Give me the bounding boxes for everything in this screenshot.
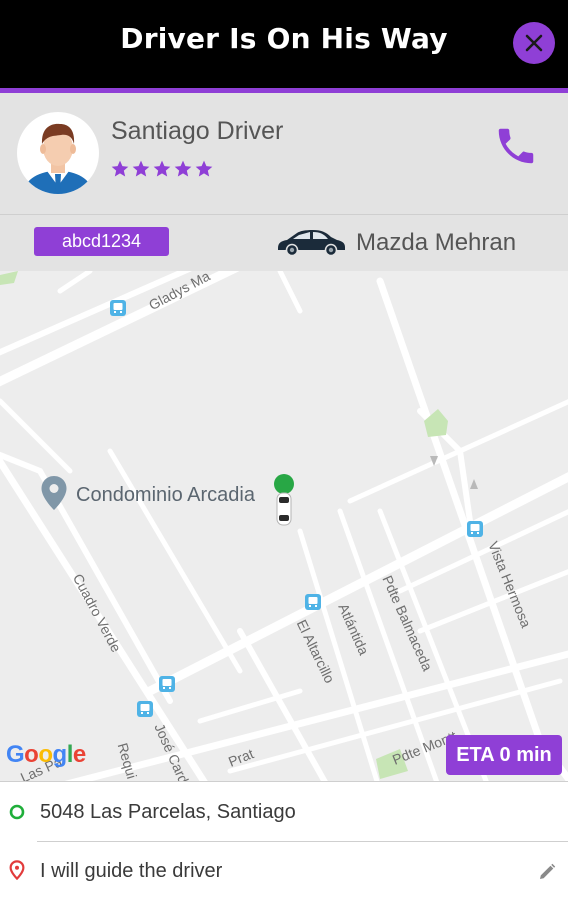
- driver-info-panel: Santiago Driver: [0, 93, 568, 214]
- call-driver-button[interactable]: [493, 123, 539, 169]
- pickup-address-row[interactable]: 5048 Las Parcelas, Santiago: [0, 782, 568, 840]
- app-header: Driver Is On His Way: [0, 0, 568, 88]
- pencil-icon[interactable]: [537, 862, 557, 882]
- driver-name: Santiago Driver: [111, 117, 284, 145]
- eta-badge: ETA 0 min: [446, 735, 562, 775]
- map-view[interactable]: Gladys Ma Cuadro Verde El Altarcillo Atl…: [0, 271, 568, 781]
- star-icon: [132, 160, 150, 177]
- vehicle-info-row: abcd1234 Mazda Mehran: [0, 215, 568, 271]
- google-attribution-logo: Google: [6, 741, 86, 768]
- address-panel: 5048 Las Parcelas, Santiago I will guide…: [0, 781, 568, 900]
- poi-label: Condominio Arcadia: [76, 484, 255, 506]
- bus-stop-icon: [110, 300, 126, 316]
- driver-avatar: [17, 112, 99, 194]
- close-icon: [525, 34, 543, 52]
- driver-location-marker[interactable]: [272, 473, 296, 529]
- page-title: Driver Is On His Way: [120, 22, 448, 55]
- pickup-circle-icon: [9, 804, 25, 820]
- phone-icon: [498, 128, 534, 164]
- star-icon: [153, 160, 171, 177]
- dropoff-address: I will guide the driver: [40, 860, 223, 882]
- car-model: Mazda Mehran: [356, 229, 517, 256]
- pickup-address: 5048 Las Parcelas, Santiago: [40, 801, 296, 823]
- driver-rating: [110, 159, 214, 185]
- car-icon: [275, 228, 347, 257]
- bus-stop-icon: [159, 676, 175, 692]
- star-icon: [195, 160, 213, 177]
- close-button[interactable]: [513, 22, 555, 64]
- poi-pin-icon: [41, 476, 67, 510]
- license-plate-badge: abcd1234: [34, 227, 169, 256]
- bus-stop-icon: [467, 521, 483, 537]
- dropoff-address-row[interactable]: I will guide the driver: [0, 842, 568, 900]
- bus-stop-icon: [137, 701, 153, 717]
- star-icon: [174, 160, 192, 177]
- location-pin-icon: [9, 860, 25, 880]
- bus-stop-icon: [305, 594, 321, 610]
- star-icon: [111, 160, 129, 177]
